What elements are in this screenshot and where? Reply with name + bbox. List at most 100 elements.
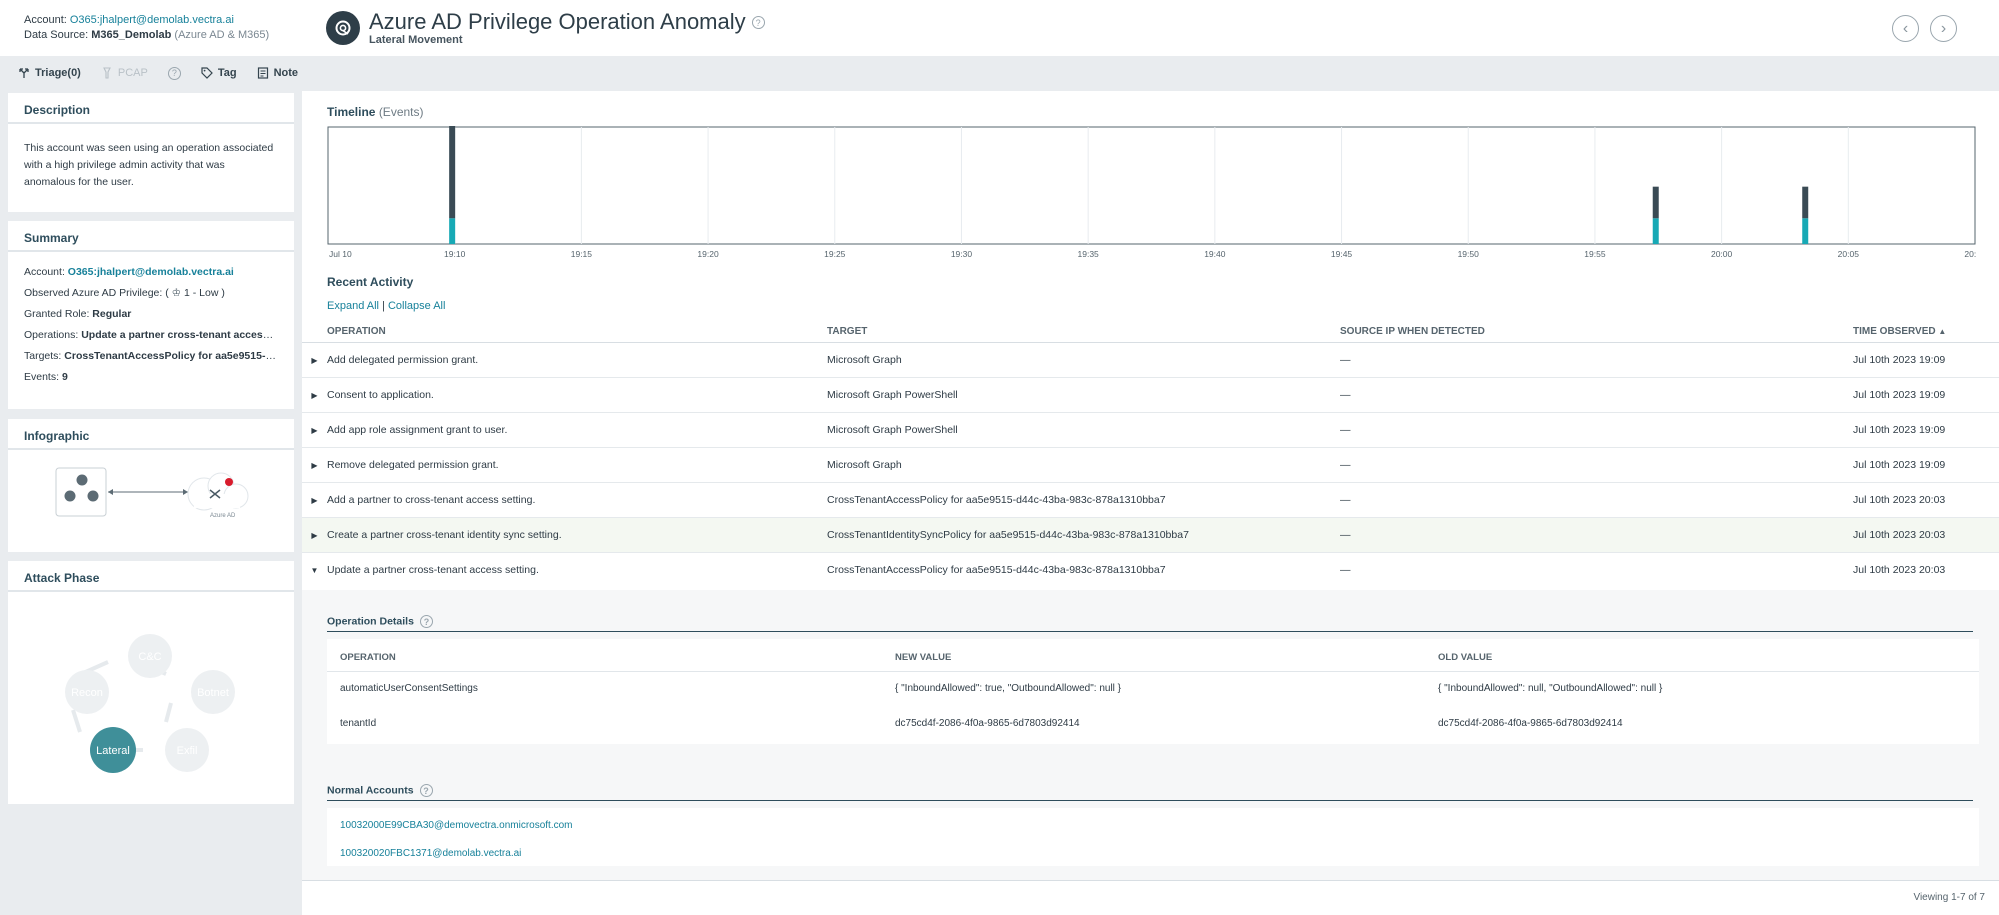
pcap-label: PCAP xyxy=(117,67,148,79)
expand-all-link[interactable]: Expand All xyxy=(327,300,379,312)
previous-button[interactable]: ‹ xyxy=(1892,15,1919,42)
chart-x-tick-label: 19:15 xyxy=(571,249,593,259)
user-icon xyxy=(76,474,88,486)
title-help-icon[interactable]: ? xyxy=(751,16,765,30)
timeline-title: Timeline (Events) xyxy=(327,105,424,119)
summary-account-link[interactable]: O365:jhalpert@demolab.vectra.ai xyxy=(68,266,234,278)
account-link[interactable]: O365:jhalpert@demolab.vectra.ai xyxy=(70,14,234,26)
infographic-diagram: Azure AD xyxy=(55,467,249,519)
summary-targets: Targets: CrossTenantAccessPolicy for aa5… xyxy=(24,350,278,362)
chart-bar-dark xyxy=(1802,186,1809,219)
table-row[interactable]: ▶ Add app role assignment grant to user. … xyxy=(302,412,1999,448)
chart-bar-teal xyxy=(1652,218,1659,244)
tag-icon xyxy=(201,67,213,79)
main-panel: Azure AD Privilege Operation Anomaly? La… xyxy=(302,0,1999,915)
chart-x-tick-label: 19:50 xyxy=(1458,249,1480,259)
chart-x-tick-label: 19:40 xyxy=(1204,249,1226,259)
chart-x-tick-label: 20:00 xyxy=(1711,249,1733,259)
details-col-old-value: OLD VALUE xyxy=(1425,639,1979,672)
chart-x-tick-label: 19:45 xyxy=(1331,249,1353,259)
col-target[interactable]: TARGET xyxy=(827,322,1340,343)
phase-arrow xyxy=(71,709,82,733)
table-row[interactable]: ▶ Consent to application. Microsoft Graph… xyxy=(302,377,1999,413)
arrow-icon xyxy=(183,489,188,495)
expand-caret-icon[interactable]: ▶ xyxy=(302,426,327,435)
col-time-observed[interactable]: TIME OBSERVED ▲ xyxy=(1853,322,1999,343)
sort-asc-icon: ▲ xyxy=(1938,327,1947,337)
description-title: Description xyxy=(8,93,294,124)
chart-x-tick-label: 19:20 xyxy=(697,249,719,259)
table-header-row: OPERATION TARGET SOURCE IP WHEN DETECTED… xyxy=(302,322,1999,343)
collapse-all-link[interactable]: Collapse All xyxy=(388,300,445,312)
pcap-icon xyxy=(102,67,111,79)
crown-icon: ♔ xyxy=(171,287,182,299)
summary-operations: Operations: Update a partner cross-tenan… xyxy=(24,329,278,341)
table-row[interactable]: ▶ Add a partner to cross-tenant access se… xyxy=(302,482,1999,518)
summary-title: Summary xyxy=(8,221,294,252)
triage-button[interactable]: Triage(0) xyxy=(18,67,81,79)
next-button[interactable]: › xyxy=(1930,15,1957,42)
summary-role: Granted Role: Regular xyxy=(24,308,132,320)
expand-caret-icon[interactable]: ▶ xyxy=(302,531,327,540)
col-source-ip[interactable]: SOURCE IP WHEN DETECTED xyxy=(1340,322,1853,343)
chevron-right-icon: › xyxy=(1940,19,1947,37)
table-row[interactable]: ▶ Remove delegated permission grant. Micr… xyxy=(302,447,1999,483)
description-text: This account was seen using an operation… xyxy=(24,142,274,188)
note-button[interactable]: Note xyxy=(257,67,298,79)
expand-caret-icon[interactable]: ▶ xyxy=(302,496,327,505)
normal-accounts-list: 10032000E99CBA30@demovectra.onmicrosoft.… xyxy=(327,808,1979,866)
summary-privilege: Observed Azure AD Privilege: ( ♔ 1 - Low… xyxy=(24,287,225,299)
summary-account: Account: O365:jhalpert@demolab.vectra.ai xyxy=(24,266,234,278)
chart-x-tick-label: 19:55 xyxy=(1584,249,1606,259)
chart-x-tick-label: 19:25 xyxy=(824,249,846,259)
phase-lateral-label: Lateral xyxy=(96,745,130,757)
page-title: Azure AD Privilege Operation Anomaly? xyxy=(369,10,765,33)
account-link[interactable]: 100320020FBC1371@demolab.vectra.ai xyxy=(340,840,1966,868)
toolbar-gap xyxy=(302,56,1999,91)
infographic-title: Infographic xyxy=(8,419,294,450)
summary-card: Summary Account: O365:jhalpert@demolab.v… xyxy=(8,221,294,409)
chart-bar-teal xyxy=(449,218,456,244)
chart-x-tick-label: 20:10 xyxy=(1964,249,1976,259)
details-help-icon[interactable]: ? xyxy=(419,615,433,628)
chart-bar-dark xyxy=(1652,186,1659,219)
data-source-value: M365_Demolab xyxy=(91,29,172,41)
phase-cc-label: C&C xyxy=(138,651,161,663)
expand-caret-icon[interactable]: ▶ xyxy=(302,356,327,365)
expand-caret-icon[interactable]: ▶ xyxy=(302,391,327,400)
infographic-card: Infographic Azure AD xyxy=(8,419,294,552)
tag-label: Tag xyxy=(217,67,237,79)
account-link[interactable]: 10032000E99CBA30@demovectra.onmicrosoft.… xyxy=(340,812,1966,840)
table-row-expanded[interactable]: ▼ Update a partner cross-tenant access se… xyxy=(302,552,1999,587)
collapse-caret-icon[interactable]: ▼ xyxy=(302,566,327,575)
chart-plot-area xyxy=(327,126,1976,245)
table-row[interactable]: ▶ Create a partner cross-tenant identity … xyxy=(302,517,1999,553)
pcap-help-button[interactable]: ? xyxy=(167,66,181,80)
action-bar: Triage(0) PCAP ? Tag Note xyxy=(0,56,302,90)
table-row[interactable]: ▶ Add delegated permission grant. Microso… xyxy=(302,342,1999,378)
col-operation[interactable]: OPERATION xyxy=(302,322,827,343)
details-divider xyxy=(327,631,1973,632)
timeline-chart: Jul 10 19:10 19:15 19:20 19:25 19:30 19:35 19:4… xyxy=(327,126,1976,259)
attack-phase-card: Attack Phase C&C Botnet Exfil Lateral Re… xyxy=(8,561,294,804)
user-icon xyxy=(64,490,76,502)
normal-accounts-title: Normal Accounts? xyxy=(327,784,433,797)
page-subtitle: Lateral Movement xyxy=(369,33,463,46)
accounts-divider xyxy=(327,800,1973,801)
note-label: Note xyxy=(273,67,299,79)
sidebar: Account: O365:jhalpert@demolab.vectra.ai… xyxy=(0,0,302,915)
accounts-help-icon[interactable]: ? xyxy=(419,784,433,797)
phase-exfil-label: Exfil xyxy=(177,745,198,757)
expand-caret-icon[interactable]: ▶ xyxy=(302,461,327,470)
phase-arrow xyxy=(164,702,173,723)
details-row: tenantId dc75cd4f-2086-4f0a-9865-6d7803d… xyxy=(340,718,1623,729)
operation-details-table: OPERATION NEW VALUE OLD VALUE automaticU… xyxy=(327,639,1979,744)
expand-collapse-row: Expand All | Collapse All xyxy=(327,300,446,312)
account-header: Account: O365:jhalpert@demolab.vectra.ai… xyxy=(0,0,302,56)
pcap-button[interactable]: PCAP xyxy=(101,67,148,79)
tag-button[interactable]: Tag xyxy=(201,67,237,79)
description-card: Description This account was seen using … xyxy=(8,93,294,212)
recent-activity-table: OPERATION TARGET SOURCE IP WHEN DETECTED… xyxy=(302,322,1999,587)
chevron-left-icon: ‹ xyxy=(1902,19,1909,37)
chart-bar-dark xyxy=(449,126,456,219)
